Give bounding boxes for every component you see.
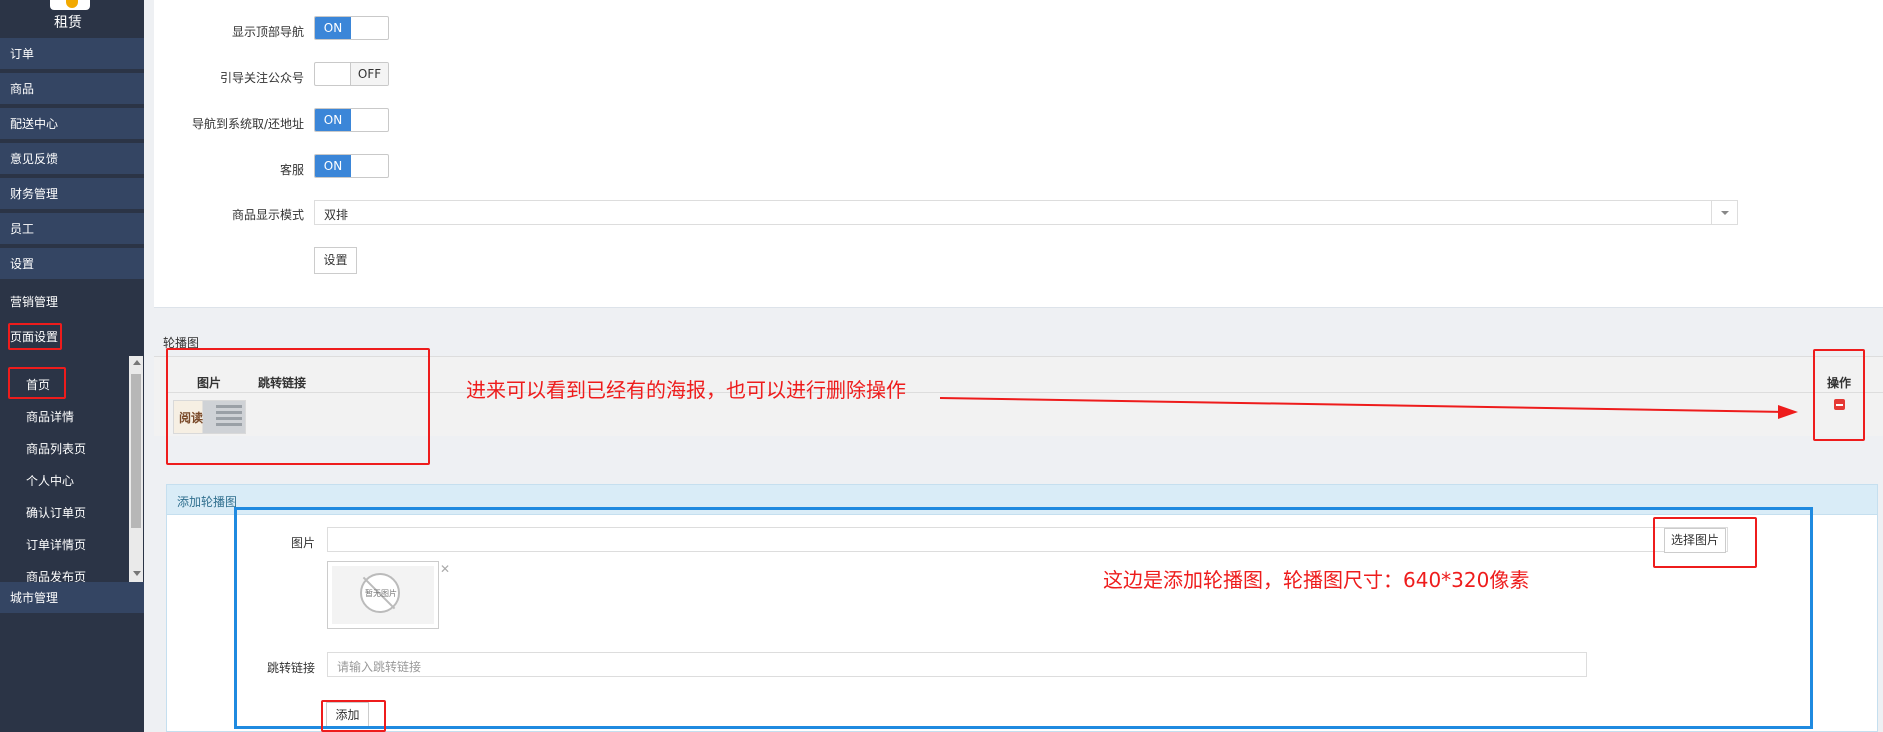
highlight-action-column [1813,349,1865,441]
logo-mark [66,0,78,8]
submenu-item-product-detail[interactable]: 商品详情 [26,408,74,425]
menu-item-finance[interactable]: 财务管理 [0,178,144,211]
scroll-down-arrow-icon[interactable] [133,571,141,576]
toggle-navigate-address[interactable]: ON [314,108,389,132]
label-display-mode: 商品显示模式 [231,208,304,222]
toggle-customer-service[interactable]: ON [314,154,389,178]
logo [50,0,90,10]
highlight-add-area [234,507,1813,729]
submenu-item-profile[interactable]: 个人中心 [26,472,74,489]
label-navigate-address: 导航到系统取/还地址 [191,117,304,131]
toggle-follow-official-account[interactable]: OFF [314,62,389,86]
display-mode-select[interactable]: 双排 [314,200,1738,225]
menu-item-settings[interactable]: 设置 [0,248,144,281]
highlight-home [8,367,66,399]
chevron-down-icon[interactable] [1711,201,1737,224]
toggle-on-label: ON [315,109,351,131]
toggle-show-top-nav[interactable]: ON [314,16,389,40]
label-follow-official-account: 引导关注公众号 [219,71,304,85]
scrollbar-thumb[interactable] [131,374,141,528]
toggle-off-label: OFF [350,63,388,85]
toggle-on-label: ON [315,17,351,39]
label-show-top-nav: 显示顶部导航 [231,25,304,39]
menu-item-delivery[interactable]: 配送中心 [0,108,144,141]
label-customer-service: 客服 [279,163,304,177]
submenu-item-confirm-order[interactable]: 确认订单页 [26,504,86,521]
settings-panel [154,0,1883,308]
brand-name: 租赁 [54,15,82,31]
submenu-item-product-list[interactable]: 商品列表页 [26,440,86,457]
menu-item-staff[interactable]: 员工 [0,213,144,246]
submenu-item-order-detail[interactable]: 订单详情页 [26,536,86,553]
annotation-existing-posters: 进来可以看到已经有的海报，也可以进行删除操作 [466,378,906,402]
menu-item-marketing[interactable]: 营销管理 [0,286,144,319]
annotation-arrow [939,397,1798,419]
highlight-add-button [321,700,386,732]
add-carousel-title: 添加轮播图 [177,495,238,509]
menu-item-products[interactable]: 商品 [0,73,144,106]
menu-item-orders[interactable]: 订单 [0,38,144,71]
highlight-page-settings [8,323,62,350]
menu-item-feedback[interactable]: 意见反馈 [0,143,144,176]
sidebar: 租赁 订单 商品 配送中心 意见反馈 财务管理 员工 设置 营销管理 页面设置 … [0,0,144,732]
highlight-select-image [1653,517,1757,568]
save-settings-button[interactable]: 设置 [314,247,357,274]
scroll-up-arrow-icon[interactable] [133,360,141,365]
toggle-on-label: ON [315,155,351,177]
menu-item-city[interactable]: 城市管理 [0,582,144,615]
highlight-carousel-table [166,348,430,465]
display-mode-value: 双排 [324,208,349,222]
annotation-add-info: 这边是添加轮播图，轮播图尺寸：640*320像素 [1103,568,1530,592]
